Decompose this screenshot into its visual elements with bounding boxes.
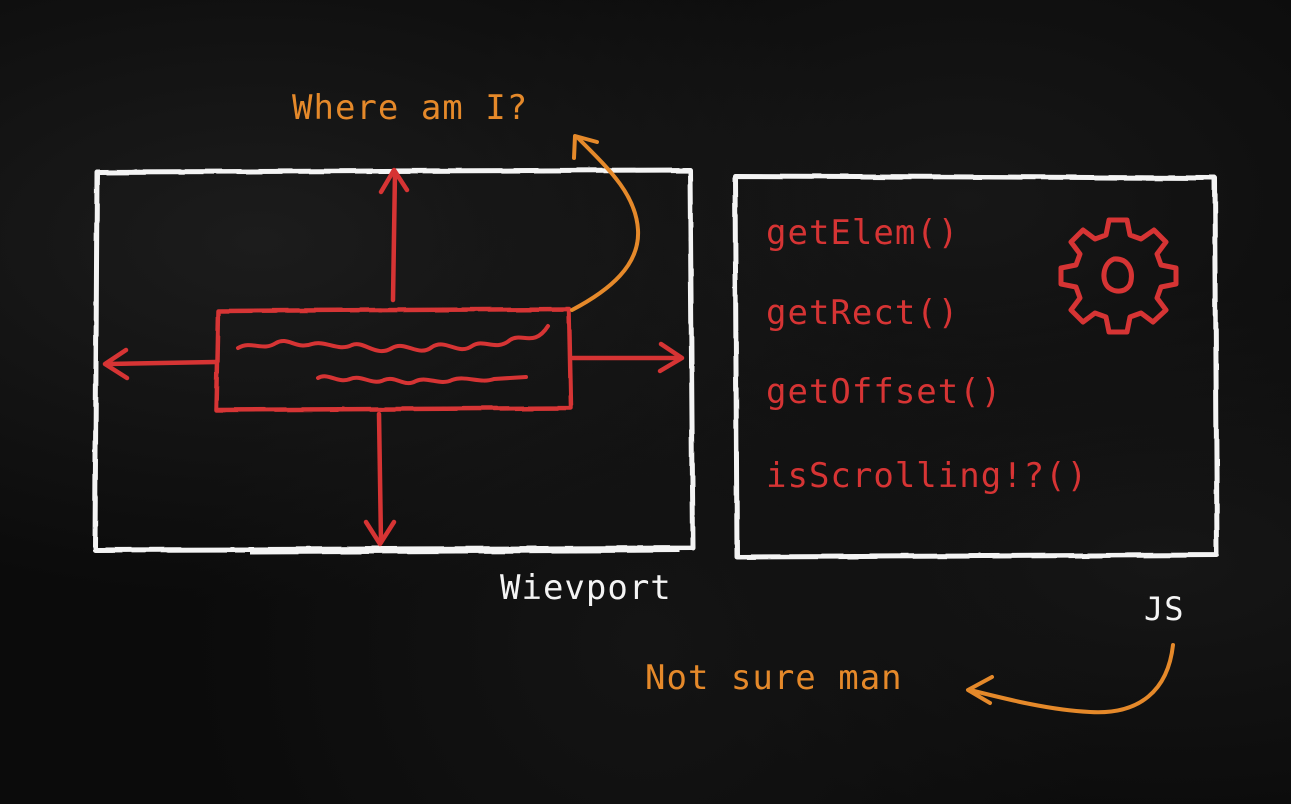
- reply-arrow: [966, 643, 1175, 715]
- function-is-scrolling: isScrolling!?(): [766, 456, 1089, 496]
- gear-icon: [1058, 217, 1179, 335]
- arrow-left: [102, 347, 219, 381]
- sketch-board: Where am I? Wievport JS Not sure man get…: [0, 0, 1291, 804]
- question-label: Where am I?: [292, 88, 529, 128]
- element-content-scribble: [236, 324, 550, 386]
- function-get-rect: getRect(): [766, 293, 960, 333]
- arrow-up: [378, 167, 410, 303]
- reply-label: Not sure man: [645, 658, 903, 698]
- question-arrow: [570, 134, 641, 312]
- function-get-offset: getOffset(): [766, 372, 1003, 412]
- js-label: JS: [1144, 590, 1185, 628]
- arrow-down: [363, 411, 397, 547]
- element-box: [213, 306, 574, 413]
- arrow-right: [570, 341, 685, 374]
- function-get-elem: getElem(): [766, 213, 960, 253]
- viewport-label: Wievport: [500, 568, 672, 608]
